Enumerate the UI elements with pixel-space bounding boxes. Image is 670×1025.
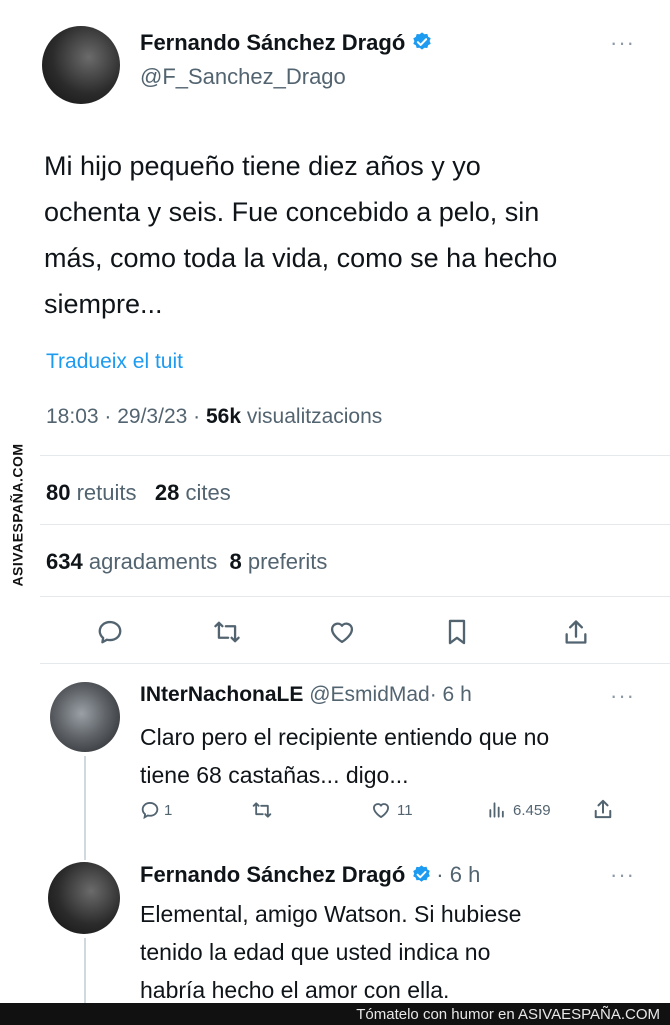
reply-header: Fernando Sánchez Dragó · 6 h [140, 862, 480, 891]
retweets-label: retuits [76, 480, 137, 505]
footer-text[interactable]: Tómatelo con humor en ASIVAESPAÑA.COM [356, 1006, 660, 1023]
reply-avatar[interactable] [48, 862, 120, 934]
reply-text-line: Elemental, amigo Watson. Si hubiese [140, 901, 522, 927]
reply-views: 6.459 [487, 800, 551, 820]
translate-link[interactable]: Tradueix el tuit [46, 350, 183, 374]
share-icon[interactable] [593, 798, 613, 820]
like-icon[interactable] [370, 800, 392, 820]
bookmarks-count: 8 [229, 549, 242, 574]
reply-like: 11 [370, 800, 413, 820]
like-count: 11 [397, 801, 413, 819]
author-name[interactable]: Fernando Sánchez Dragó [140, 30, 405, 55]
author-avatar[interactable] [42, 26, 120, 104]
verified-badge-icon [411, 864, 432, 891]
reply-time[interactable]: · 6 h [436, 862, 480, 887]
views-icon[interactable] [487, 800, 507, 820]
author-name-row[interactable]: Fernando Sánchez Dragó [140, 30, 433, 58]
reply-text-line: tiene 68 castañas... digo... [140, 762, 409, 788]
reply-author-name[interactable]: INterNachonaLE [140, 683, 303, 706]
quotes-label: cites [185, 480, 231, 505]
tweet-text-line: más, como toda la vida, como se ha hecho [44, 243, 558, 273]
likes-label: agradaments [88, 549, 218, 574]
divider [40, 663, 670, 664]
reply-actions: 1 [140, 800, 172, 820]
reply-header: INterNachonaLE @EsmidMad· 6 h [140, 683, 472, 707]
reply-icon[interactable] [96, 618, 124, 646]
tweet-text-line: Mi hijo pequeño tiene diez años y yo [44, 151, 481, 181]
retweet-icon[interactable] [212, 618, 242, 646]
author-handle[interactable]: @F_Sanchez_Drago [140, 64, 346, 90]
views-count: 56k [205, 405, 242, 428]
tweet-text-line: ochenta y seis. Fue concebido a pelo, si… [44, 197, 540, 227]
share-icon[interactable] [563, 618, 589, 646]
thread-line [84, 756, 86, 860]
more-options-icon[interactable]: ··· [610, 862, 635, 888]
more-options-icon[interactable]: ··· [610, 30, 635, 56]
reply-count: 1 [164, 801, 173, 819]
bookmark-icon[interactable] [444, 618, 470, 646]
divider [40, 524, 670, 525]
reply-text-line: Claro pero el recipiente entiendo que no [140, 724, 550, 750]
tweet-date[interactable]: 29/3/23 [117, 405, 187, 428]
reply-text-line: tenido la edad que usted indica no [140, 939, 491, 965]
like-stats[interactable]: 634 agradaments 8 preferits [46, 549, 327, 575]
reply-time[interactable]: · 6 h [430, 683, 472, 706]
reply-author-name[interactable]: Fernando Sánchez Dragó [140, 862, 405, 887]
footer-banner[interactable]: Tómatelo con humor en ASIVAESPAÑA.COM [0, 1003, 670, 1025]
tweet-text: Mi hijo pequeño tiene diez años y yo och… [44, 143, 644, 327]
reply-avatar[interactable] [50, 682, 120, 752]
more-options-icon[interactable]: ··· [610, 683, 635, 709]
likes-count: 634 [46, 549, 83, 574]
divider [40, 596, 670, 597]
retweet-icon[interactable] [250, 800, 274, 820]
tweet-text-line: siempre... [44, 289, 163, 319]
thread-line [84, 938, 86, 1003]
reply-author-handle[interactable]: @EsmidMad [309, 683, 430, 706]
like-icon[interactable] [328, 618, 356, 646]
verified-badge-icon [411, 31, 433, 58]
side-watermark-text: ASIVAESPAÑA.COM [10, 443, 27, 587]
views-count: 6.459 [513, 801, 551, 819]
quotes-count: 28 [154, 480, 180, 505]
tweet-time[interactable]: 18:03 [46, 405, 99, 428]
tweet-meta: 18:03 · 29/3/23 · 56k visualitzacions [46, 405, 383, 428]
side-watermark: ASIVAESPAÑA.COM [0, 420, 36, 610]
reply-icon[interactable] [140, 800, 160, 820]
divider [40, 455, 670, 456]
reply-text: Elemental, amigo Watson. Si hubiese teni… [140, 895, 660, 1009]
retweets-count: 80 [46, 480, 71, 505]
views-label: visualitzacions [246, 405, 383, 428]
retweet-stats[interactable]: 80 retuits 28 cites [46, 480, 231, 506]
bookmarks-label: preferits [247, 549, 328, 574]
reply-text: Claro pero el recipiente entiendo que no… [140, 718, 660, 794]
